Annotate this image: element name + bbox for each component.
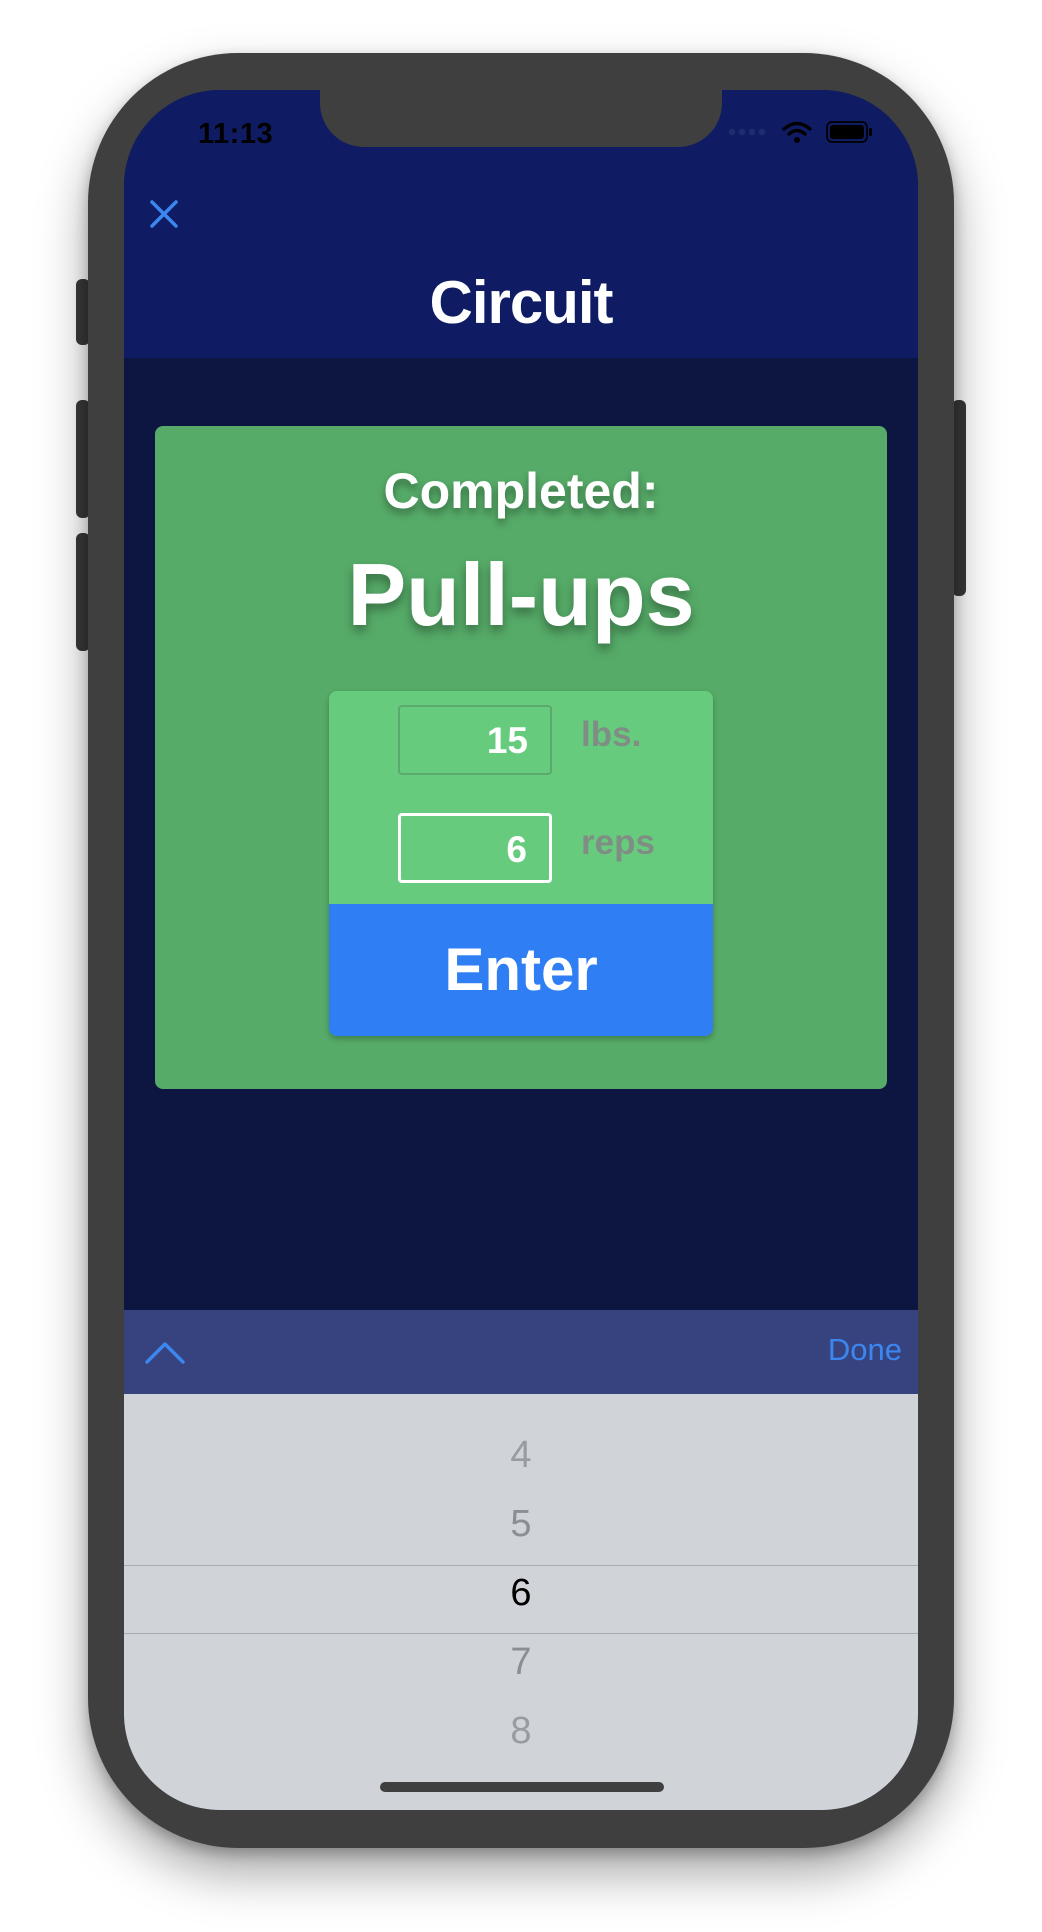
reps-unit-label: reps (581, 823, 655, 862)
page-title: Circuit (429, 269, 613, 336)
weight-unit-label: lbs. (581, 715, 642, 754)
navigation-bar: 11:13 Circuit (124, 90, 918, 358)
number-picker[interactable]: 4 5 6 7 8 (124, 1394, 918, 1810)
entry-box: 15 lbs. 6 reps Enter (329, 691, 713, 1036)
picker-item[interactable]: 7 (124, 1641, 918, 1684)
picker-item[interactable]: 8 (124, 1710, 918, 1753)
weight-field[interactable]: 15 (398, 705, 552, 775)
app-screen: 11:13 Circuit Completed: Pull-ups 15 lbs… (124, 90, 918, 1810)
exercise-name: Pull-ups (347, 545, 695, 644)
picker-selection-top-line (124, 1565, 918, 1566)
battery-icon (826, 121, 872, 143)
picker-item[interactable]: 4 (124, 1434, 918, 1477)
chevron-up-icon[interactable] (144, 1332, 186, 1374)
signal-icon (728, 128, 766, 136)
wifi-icon (782, 121, 812, 143)
enter-button[interactable]: Enter (329, 904, 713, 1036)
reps-field[interactable]: 6 (398, 813, 552, 883)
picker-item-selected[interactable]: 6 (124, 1572, 918, 1615)
status-time: 11:13 (198, 118, 274, 150)
keyboard-toolbar: Done (124, 1310, 918, 1394)
close-button[interactable] (146, 196, 182, 232)
device-notch (320, 90, 722, 147)
home-indicator (380, 1782, 664, 1792)
picker-item[interactable]: 5 (124, 1503, 918, 1546)
done-button[interactable]: Done (828, 1332, 902, 1368)
status-icons (728, 120, 874, 144)
completed-label: Completed: (383, 463, 659, 519)
exercise-card: Completed: Pull-ups 15 lbs. 6 reps Enter (155, 426, 887, 1089)
power-button (952, 400, 966, 596)
picker-selection-bottom-line (124, 1633, 918, 1634)
close-icon (150, 200, 178, 228)
